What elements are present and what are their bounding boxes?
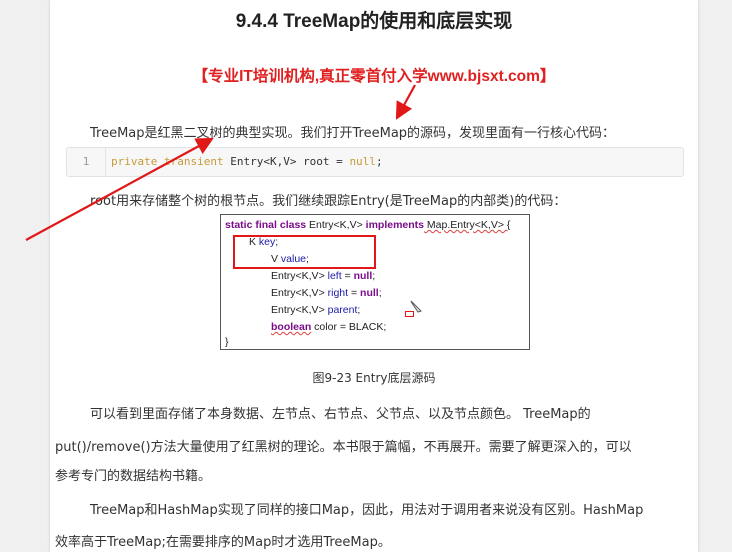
- annotation-arrow-right: [395, 84, 416, 120]
- annotation-arrow-left: [25, 137, 214, 241]
- annotation-arrows: [25, 84, 416, 241]
